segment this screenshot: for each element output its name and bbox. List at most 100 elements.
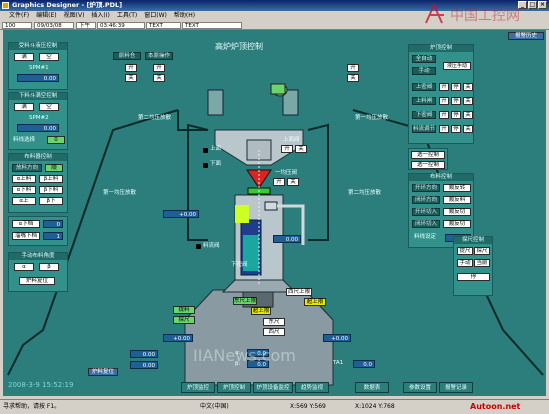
right4-current-button[interactable]: 当前 <box>474 259 490 267</box>
nav-trend[interactable]: 趋势监视 <box>295 382 329 393</box>
right1-stop-button-4[interactable]: 停 <box>451 125 461 133</box>
left3-beta-up-button[interactable]: β上料 <box>39 175 63 183</box>
valve-open-button-2[interactable]: 开 <box>153 64 165 72</box>
toolbar-text-2[interactable]: TEXT <box>182 22 242 29</box>
menu-insert[interactable]: 插入(I) <box>91 11 109 21</box>
right4-manual-button[interactable]: 手动 <box>457 259 473 267</box>
status-east[interactable]: 东尺 <box>263 318 285 326</box>
right3-row-1[interactable]: 闭环方向 <box>412 196 440 204</box>
status-probe[interactable]: 探尺 <box>173 316 195 324</box>
right1-stop-button-2[interactable]: 停 <box>451 97 461 105</box>
tag-ta1: TA1 <box>333 360 344 366</box>
left3-cw-button[interactable]: 顺 <box>45 164 63 172</box>
nav-equipment-monitor[interactable]: 炉顶设备监控 <box>253 382 293 393</box>
menu-tools[interactable]: 工具(T) <box>117 11 137 21</box>
right3-col-0[interactable]: 顺反转 <box>443 184 471 192</box>
raw-bin-button[interactable]: 原料仓 <box>113 52 141 60</box>
eq-valve-close[interactable]: 关 <box>287 178 299 186</box>
alarm-history-button[interactable]: 报警历史 <box>508 32 544 40</box>
upper-valve-open[interactable]: 开 <box>281 145 293 153</box>
menu-window[interactable]: 窗口(W) <box>144 11 167 21</box>
left5-alpha-button[interactable]: α <box>14 263 34 271</box>
valve-close-button-2[interactable]: 关 <box>153 74 165 82</box>
valve-close-button-1[interactable]: 关 <box>125 74 137 82</box>
right1-row-3[interactable]: 上料闸 <box>412 97 436 105</box>
status-gather[interactable]: 拢料 <box>173 306 195 314</box>
left1-full-button[interactable]: 满 <box>14 53 34 61</box>
left3-alpha-button[interactable]: α上 <box>12 197 36 205</box>
right1-stop-button[interactable]: 停 <box>451 83 461 91</box>
right3-col-1[interactable]: 顺反料 <box>443 196 471 204</box>
left5-reset-button[interactable]: 炉料复位 <box>19 277 55 285</box>
nav-parameters[interactable]: 参数设置 <box>403 382 437 393</box>
right1-open-button-4[interactable]: 开 <box>439 125 449 133</box>
left2-empty-button[interactable]: 空 <box>39 103 59 111</box>
right1-open-button-2[interactable]: 开 <box>439 97 449 105</box>
maximize-button[interactable]: □ <box>528 1 537 9</box>
minimize-button[interactable]: _ <box>518 1 527 9</box>
left1-empty-button[interactable]: 空 <box>39 53 59 61</box>
right1-row-0[interactable]: 全自动 <box>412 55 436 63</box>
left2-value: 0.00 <box>17 124 59 132</box>
left3-alpha-up-button[interactable]: α上料 <box>12 175 36 183</box>
toolbar-text-1[interactable]: TEXT <box>146 22 181 29</box>
right1-stop-button-3[interactable]: 停 <box>451 111 461 119</box>
status-west[interactable]: 西尺 <box>263 328 285 336</box>
left2-full-button[interactable]: 满 <box>14 103 34 111</box>
valve-close-button-3[interactable]: 关 <box>347 74 359 82</box>
right1-row-5[interactable]: 料流调节 <box>412 125 436 133</box>
toolbar-field[interactable]: 100 <box>2 22 32 29</box>
right4-lift-button[interactable]: 提尺 <box>457 247 473 255</box>
right3-col-2[interactable]: 顺反切 <box>443 208 471 216</box>
valve-open-button-1[interactable]: 开 <box>125 64 137 72</box>
eq-valve-open[interactable]: 开 <box>273 178 285 186</box>
left5-beta-button[interactable]: β <box>39 263 59 271</box>
right1-close-button-4[interactable]: 关 <box>463 125 473 133</box>
menu-view[interactable]: 视图(V) <box>64 11 85 21</box>
menu-edit[interactable]: 编辑(E) <box>36 11 56 21</box>
right1-row-2[interactable]: 上密阀 <box>412 83 436 91</box>
menu-file[interactable]: 文件(F) <box>9 11 29 21</box>
west-probe-upper[interactable]: 西尺上限 <box>286 288 312 296</box>
valve-open-button-3[interactable]: 开 <box>347 64 359 72</box>
local-op-button[interactable]: 本原操作 <box>145 52 173 60</box>
equalizer-4-label: 第二均压放散 <box>348 190 382 196</box>
east-probe-upper[interactable]: 东尺上限 <box>233 297 257 305</box>
right2-select-button-1[interactable]: 选一控制 <box>411 151 445 159</box>
window-title: Graphics Designer - [炉顶.PDL] <box>12 1 123 9</box>
west-over-limit[interactable]: 超上限 <box>304 298 326 306</box>
reset-button[interactable]: 炉料复位 <box>88 368 118 376</box>
east-over-limit[interactable]: 超上限 <box>251 307 271 315</box>
left3-beta-button[interactable]: β下 <box>39 197 63 205</box>
right2-select-button-2[interactable]: 选一控制 <box>411 161 445 169</box>
right1-open-button-3[interactable]: 开 <box>439 111 449 119</box>
menu-bar: 文件(F) 编辑(E) 视图(V) 插入(I) 工具(T) 窗口(W) 帮助(H… <box>0 11 549 21</box>
right1-close-button-2[interactable]: 关 <box>463 97 473 105</box>
nav-furnace-control[interactable]: 炉顶控制 <box>217 382 251 393</box>
right1-close-button[interactable]: 关 <box>463 83 473 91</box>
right3-col-3[interactable]: 顺反切 <box>443 220 471 228</box>
left3-direction-button[interactable]: 放料方向 <box>12 164 42 172</box>
nav-furnace-monitor[interactable]: 炉顶监控 <box>181 382 215 393</box>
right4-stop-button[interactable]: 停 <box>457 273 490 281</box>
left4-alpha-label[interactable]: α下档 <box>12 220 40 228</box>
left4-chute-label[interactable]: 溜嘴下档 <box>12 232 40 240</box>
nav-data-table[interactable]: 数据表 <box>355 382 389 393</box>
right1-close-button-3[interactable]: 关 <box>463 111 473 119</box>
left3-beta-down-button[interactable]: β下料 <box>39 186 63 194</box>
right1-row-4[interactable]: 下密阀 <box>412 111 436 119</box>
right1-row-1[interactable]: 手动 <box>412 67 436 75</box>
right3-row-3[interactable]: 闭环切入 <box>412 220 440 228</box>
right1-hydraulic-button[interactable]: 液压手动 <box>443 62 471 70</box>
right4-probe-button[interactable]: 探尺 <box>474 247 490 255</box>
nav-alarm-record[interactable]: 报警记录 <box>439 382 473 393</box>
left2-select-button[interactable]: 0 <box>47 136 65 144</box>
menu-help[interactable]: 帮助(H) <box>174 11 195 21</box>
right1-open-button[interactable]: 开 <box>439 83 449 91</box>
left3-alpha-down-button[interactable]: α下料 <box>12 186 36 194</box>
right3-row-2[interactable]: 开环切入 <box>412 208 440 216</box>
upper-valve-close[interactable]: 关 <box>295 145 307 153</box>
close-button[interactable]: × <box>538 1 547 9</box>
left-panel-1: 受料斗液压控制 满 空 SPM#1 0.00 <box>8 42 68 90</box>
right3-row-0[interactable]: 开环方向 <box>412 184 440 192</box>
